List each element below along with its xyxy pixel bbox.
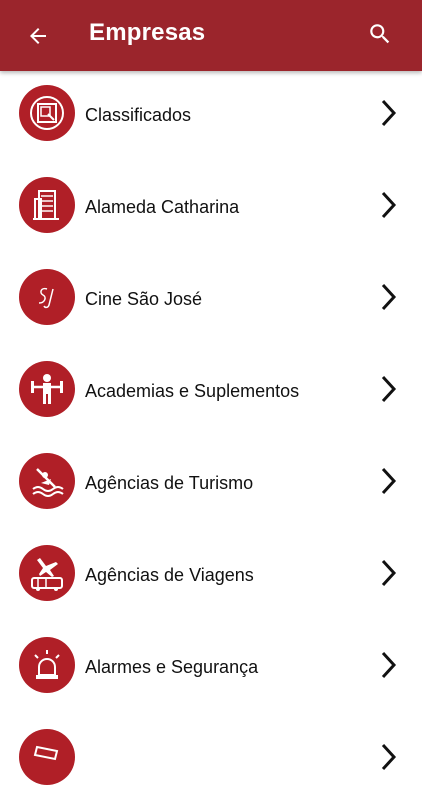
company-list: Classificados Alameda Catharina Cine São… — [0, 71, 422, 807]
kayak-avatar — [19, 453, 75, 509]
sj-avatar — [19, 269, 75, 325]
siren-icon — [34, 650, 60, 679]
list-item-partial[interactable] — [0, 715, 422, 807]
kayak-icon — [32, 468, 64, 497]
app-bar: Empresas — [0, 0, 422, 71]
alarm-avatar — [19, 637, 75, 693]
chevron-right-icon — [381, 191, 397, 219]
chevron-right-icon — [381, 283, 397, 311]
item-label: Cine São José — [85, 289, 203, 309]
item-label: Alarmes e Segurança — [85, 657, 259, 677]
sj-monogram-icon — [38, 287, 54, 309]
classifieds-icon — [30, 96, 64, 130]
search-icon — [370, 24, 390, 44]
category-avatar — [19, 729, 75, 785]
page-title: Empresas — [89, 19, 206, 46]
search-button[interactable] — [360, 14, 400, 54]
chevron-right-icon — [381, 375, 397, 403]
list-item-alarmes[interactable]: Alarmes e Segurança — [0, 623, 422, 715]
list-item-agencias-viagens[interactable]: Agências de Viagens — [0, 531, 422, 623]
back-button[interactable] — [18, 16, 58, 56]
list-item-academias[interactable]: Academias e Suplementos — [0, 347, 422, 439]
item-label: Agências de Viagens — [85, 565, 254, 585]
list-item-alameda-catharina[interactable]: Alameda Catharina — [0, 163, 422, 255]
item-label: Classificados — [85, 105, 192, 125]
chevron-right-icon — [381, 467, 397, 495]
building-icon — [33, 190, 59, 220]
travel-avatar — [19, 545, 75, 601]
classifieds-avatar — [19, 85, 75, 141]
item-label: Alameda Catharina — [85, 197, 240, 217]
weightlifter-icon — [31, 374, 63, 404]
fitness-avatar — [19, 361, 75, 417]
chevron-right-icon — [381, 99, 397, 127]
list-item-agencias-turismo[interactable]: Agências de Turismo — [0, 439, 422, 531]
building-avatar — [19, 177, 75, 233]
arrow-back-icon — [30, 28, 46, 44]
category-icon — [33, 745, 59, 761]
chevron-right-icon — [381, 651, 397, 679]
list-item-cine-sao-jose[interactable]: Cine São José — [0, 255, 422, 347]
chevron-right-icon — [381, 559, 397, 587]
item-label: Academias e Suplementos — [85, 381, 300, 401]
chevron-right-icon — [381, 743, 397, 771]
item-label: Agências de Turismo — [85, 473, 254, 493]
list-item-classificados[interactable]: Classificados — [0, 71, 422, 163]
plane-bus-icon — [31, 558, 63, 591]
